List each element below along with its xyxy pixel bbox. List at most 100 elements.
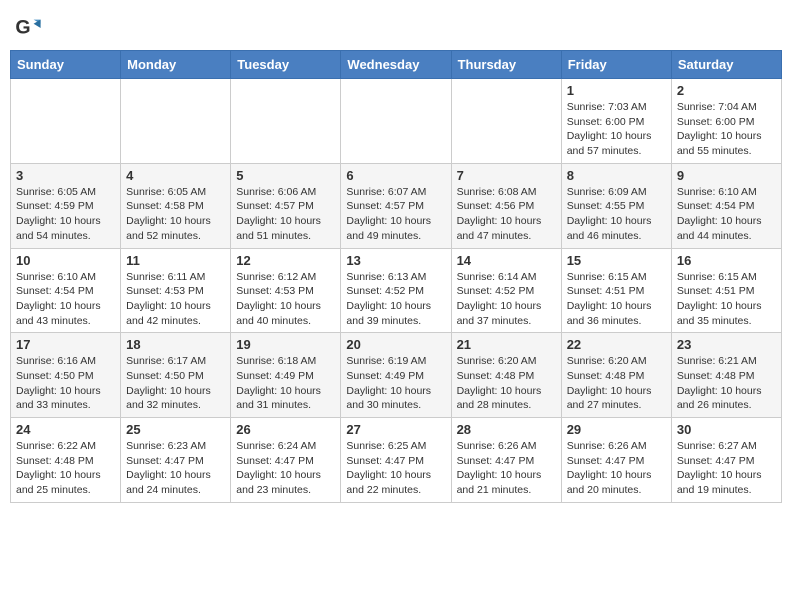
calendar-cell: 9 Sunrise: 6:10 AM Sunset: 4:54 PM Daylig… [671, 163, 781, 248]
calendar: SundayMondayTuesdayWednesdayThursdayFrid… [10, 50, 782, 503]
calendar-cell [11, 79, 121, 164]
day-info: Sunrise: 6:14 AM Sunset: 4:52 PM Dayligh… [457, 270, 556, 329]
day-number: 29 [567, 422, 666, 437]
calendar-cell: 29 Sunrise: 6:26 AM Sunset: 4:47 PM Dayli… [561, 418, 671, 503]
day-number: 17 [16, 337, 115, 352]
day-info: Sunrise: 6:15 AM Sunset: 4:51 PM Dayligh… [677, 270, 776, 329]
day-number: 10 [16, 253, 115, 268]
day-number: 9 [677, 168, 776, 183]
day-number: 1 [567, 83, 666, 98]
calendar-cell: 2Sunrise: 7:04 AM Sunset: 6:00 PM Daylig… [671, 79, 781, 164]
calendar-cell: 12 Sunrise: 6:12 AM Sunset: 4:53 PM Dayli… [231, 248, 341, 333]
day-number: 13 [346, 253, 445, 268]
day-info: Sunrise: 6:26 AM Sunset: 4:47 PM Dayligh… [567, 439, 666, 498]
calendar-cell: 4 Sunrise: 6:05 AM Sunset: 4:58 PM Daylig… [121, 163, 231, 248]
day-number: 5 [236, 168, 335, 183]
day-info: Sunrise: 6:09 AM Sunset: 4:55 PM Dayligh… [567, 185, 666, 244]
day-number: 14 [457, 253, 556, 268]
calendar-cell: 27 Sunrise: 6:25 AM Sunset: 4:47 PM Dayli… [341, 418, 451, 503]
day-number: 8 [567, 168, 666, 183]
day-number: 16 [677, 253, 776, 268]
calendar-cell: 8 Sunrise: 6:09 AM Sunset: 4:55 PM Daylig… [561, 163, 671, 248]
calendar-cell: 18 Sunrise: 6:17 AM Sunset: 4:50 PM Dayli… [121, 333, 231, 418]
day-number: 21 [457, 337, 556, 352]
day-info: Sunrise: 6:21 AM Sunset: 4:48 PM Dayligh… [677, 354, 776, 413]
calendar-cell: 14 Sunrise: 6:14 AM Sunset: 4:52 PM Dayli… [451, 248, 561, 333]
day-info: Sunrise: 6:06 AM Sunset: 4:57 PM Dayligh… [236, 185, 335, 244]
day-number: 28 [457, 422, 556, 437]
week-row-3: 10 Sunrise: 6:10 AM Sunset: 4:54 PM Dayli… [11, 248, 782, 333]
day-info: Sunrise: 6:25 AM Sunset: 4:47 PM Dayligh… [346, 439, 445, 498]
calendar-cell: 22 Sunrise: 6:20 AM Sunset: 4:48 PM Dayli… [561, 333, 671, 418]
day-number: 20 [346, 337, 445, 352]
calendar-cell: 24 Sunrise: 6:22 AM Sunset: 4:48 PM Dayli… [11, 418, 121, 503]
day-number: 24 [16, 422, 115, 437]
day-number: 22 [567, 337, 666, 352]
calendar-cell: 13 Sunrise: 6:13 AM Sunset: 4:52 PM Dayli… [341, 248, 451, 333]
day-info: Sunrise: 6:22 AM Sunset: 4:48 PM Dayligh… [16, 439, 115, 498]
day-number: 15 [567, 253, 666, 268]
day-info: Sunrise: 6:17 AM Sunset: 4:50 PM Dayligh… [126, 354, 225, 413]
day-info: Sunrise: 6:10 AM Sunset: 4:54 PM Dayligh… [16, 270, 115, 329]
day-info: Sunrise: 6:11 AM Sunset: 4:53 PM Dayligh… [126, 270, 225, 329]
weekday-header-tuesday: Tuesday [231, 51, 341, 79]
calendar-cell: 15 Sunrise: 6:15 AM Sunset: 4:51 PM Dayli… [561, 248, 671, 333]
day-number: 4 [126, 168, 225, 183]
day-number: 19 [236, 337, 335, 352]
day-info: Sunrise: 6:16 AM Sunset: 4:50 PM Dayligh… [16, 354, 115, 413]
header: G [10, 10, 782, 42]
day-number: 6 [346, 168, 445, 183]
calendar-cell: 28Sunrise: 6:26 AM Sunset: 4:47 PM Dayli… [451, 418, 561, 503]
calendar-cell: 23Sunrise: 6:21 AM Sunset: 4:48 PM Dayli… [671, 333, 781, 418]
day-info: Sunrise: 6:08 AM Sunset: 4:56 PM Dayligh… [457, 185, 556, 244]
day-info: Sunrise: 6:05 AM Sunset: 4:59 PM Dayligh… [16, 185, 115, 244]
day-number: 11 [126, 253, 225, 268]
week-row-2: 3Sunrise: 6:05 AM Sunset: 4:59 PM Daylig… [11, 163, 782, 248]
day-info: Sunrise: 6:18 AM Sunset: 4:49 PM Dayligh… [236, 354, 335, 413]
calendar-cell: 3Sunrise: 6:05 AM Sunset: 4:59 PM Daylig… [11, 163, 121, 248]
calendar-cell: 10 Sunrise: 6:10 AM Sunset: 4:54 PM Dayli… [11, 248, 121, 333]
calendar-cell: 25 Sunrise: 6:23 AM Sunset: 4:47 PM Dayli… [121, 418, 231, 503]
day-number: 25 [126, 422, 225, 437]
day-info: Sunrise: 6:07 AM Sunset: 4:57 PM Dayligh… [346, 185, 445, 244]
day-info: Sunrise: 6:10 AM Sunset: 4:54 PM Dayligh… [677, 185, 776, 244]
svg-text:G: G [15, 17, 30, 39]
logo: G [14, 14, 44, 42]
logo-icon: G [14, 14, 42, 42]
calendar-cell: 6 Sunrise: 6:07 AM Sunset: 4:57 PM Daylig… [341, 163, 451, 248]
day-info: Sunrise: 7:03 AM Sunset: 6:00 PM Dayligh… [567, 100, 666, 159]
week-row-5: 24 Sunrise: 6:22 AM Sunset: 4:48 PM Dayli… [11, 418, 782, 503]
day-info: Sunrise: 6:05 AM Sunset: 4:58 PM Dayligh… [126, 185, 225, 244]
day-info: Sunrise: 7:04 AM Sunset: 6:00 PM Dayligh… [677, 100, 776, 159]
day-number: 18 [126, 337, 225, 352]
calendar-cell: 19 Sunrise: 6:18 AM Sunset: 4:49 PM Dayli… [231, 333, 341, 418]
calendar-cell: 5 Sunrise: 6:06 AM Sunset: 4:57 PM Daylig… [231, 163, 341, 248]
day-info: Sunrise: 6:24 AM Sunset: 4:47 PM Dayligh… [236, 439, 335, 498]
day-info: Sunrise: 6:27 AM Sunset: 4:47 PM Dayligh… [677, 439, 776, 498]
weekday-header-monday: Monday [121, 51, 231, 79]
day-info: Sunrise: 6:12 AM Sunset: 4:53 PM Dayligh… [236, 270, 335, 329]
day-info: Sunrise: 6:20 AM Sunset: 4:48 PM Dayligh… [457, 354, 556, 413]
week-row-4: 17 Sunrise: 6:16 AM Sunset: 4:50 PM Dayli… [11, 333, 782, 418]
calendar-cell [451, 79, 561, 164]
calendar-cell: 20Sunrise: 6:19 AM Sunset: 4:49 PM Dayli… [341, 333, 451, 418]
calendar-cell: 16 Sunrise: 6:15 AM Sunset: 4:51 PM Dayli… [671, 248, 781, 333]
calendar-cell: 1 Sunrise: 7:03 AM Sunset: 6:00 PM Daylig… [561, 79, 671, 164]
day-number: 27 [346, 422, 445, 437]
weekday-header-sunday: Sunday [11, 51, 121, 79]
day-number: 7 [457, 168, 556, 183]
calendar-cell [231, 79, 341, 164]
weekday-header-friday: Friday [561, 51, 671, 79]
weekday-header-thursday: Thursday [451, 51, 561, 79]
calendar-cell [121, 79, 231, 164]
day-number: 12 [236, 253, 335, 268]
day-info: Sunrise: 6:23 AM Sunset: 4:47 PM Dayligh… [126, 439, 225, 498]
calendar-cell: 7 Sunrise: 6:08 AM Sunset: 4:56 PM Daylig… [451, 163, 561, 248]
calendar-cell: 17 Sunrise: 6:16 AM Sunset: 4:50 PM Dayli… [11, 333, 121, 418]
day-info: Sunrise: 6:20 AM Sunset: 4:48 PM Dayligh… [567, 354, 666, 413]
weekday-header-wednesday: Wednesday [341, 51, 451, 79]
day-info: Sunrise: 6:13 AM Sunset: 4:52 PM Dayligh… [346, 270, 445, 329]
day-info: Sunrise: 6:15 AM Sunset: 4:51 PM Dayligh… [567, 270, 666, 329]
calendar-cell: 21 Sunrise: 6:20 AM Sunset: 4:48 PM Dayli… [451, 333, 561, 418]
day-number: 30 [677, 422, 776, 437]
